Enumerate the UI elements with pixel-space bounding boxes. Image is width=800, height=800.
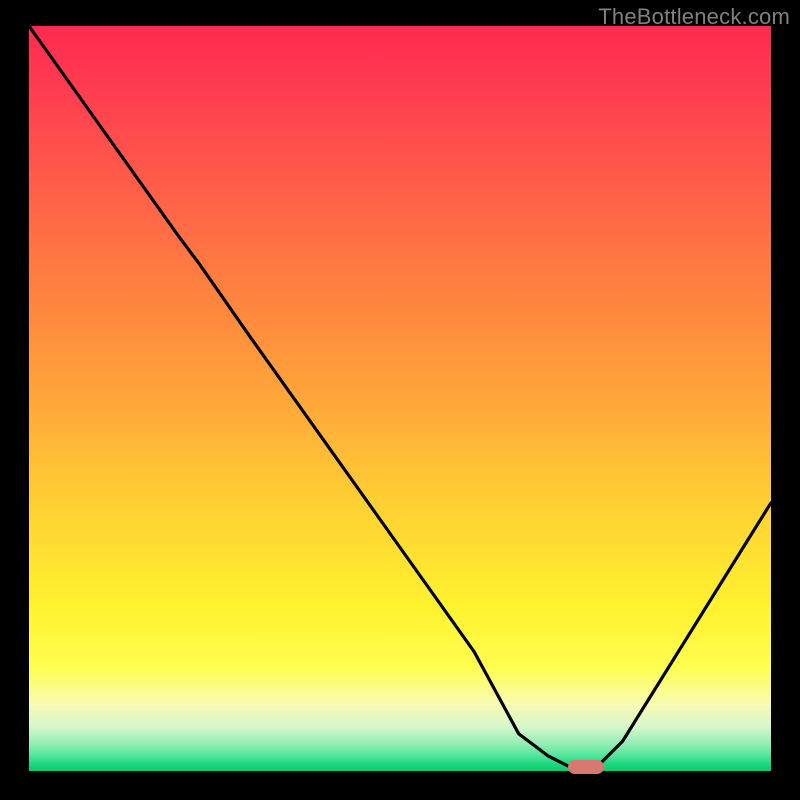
curve-path <box>29 26 771 771</box>
optimum-marker <box>568 760 604 774</box>
plot-area <box>29 26 771 771</box>
bottleneck-curve <box>29 26 771 771</box>
chart-frame: TheBottleneck.com <box>0 0 800 800</box>
